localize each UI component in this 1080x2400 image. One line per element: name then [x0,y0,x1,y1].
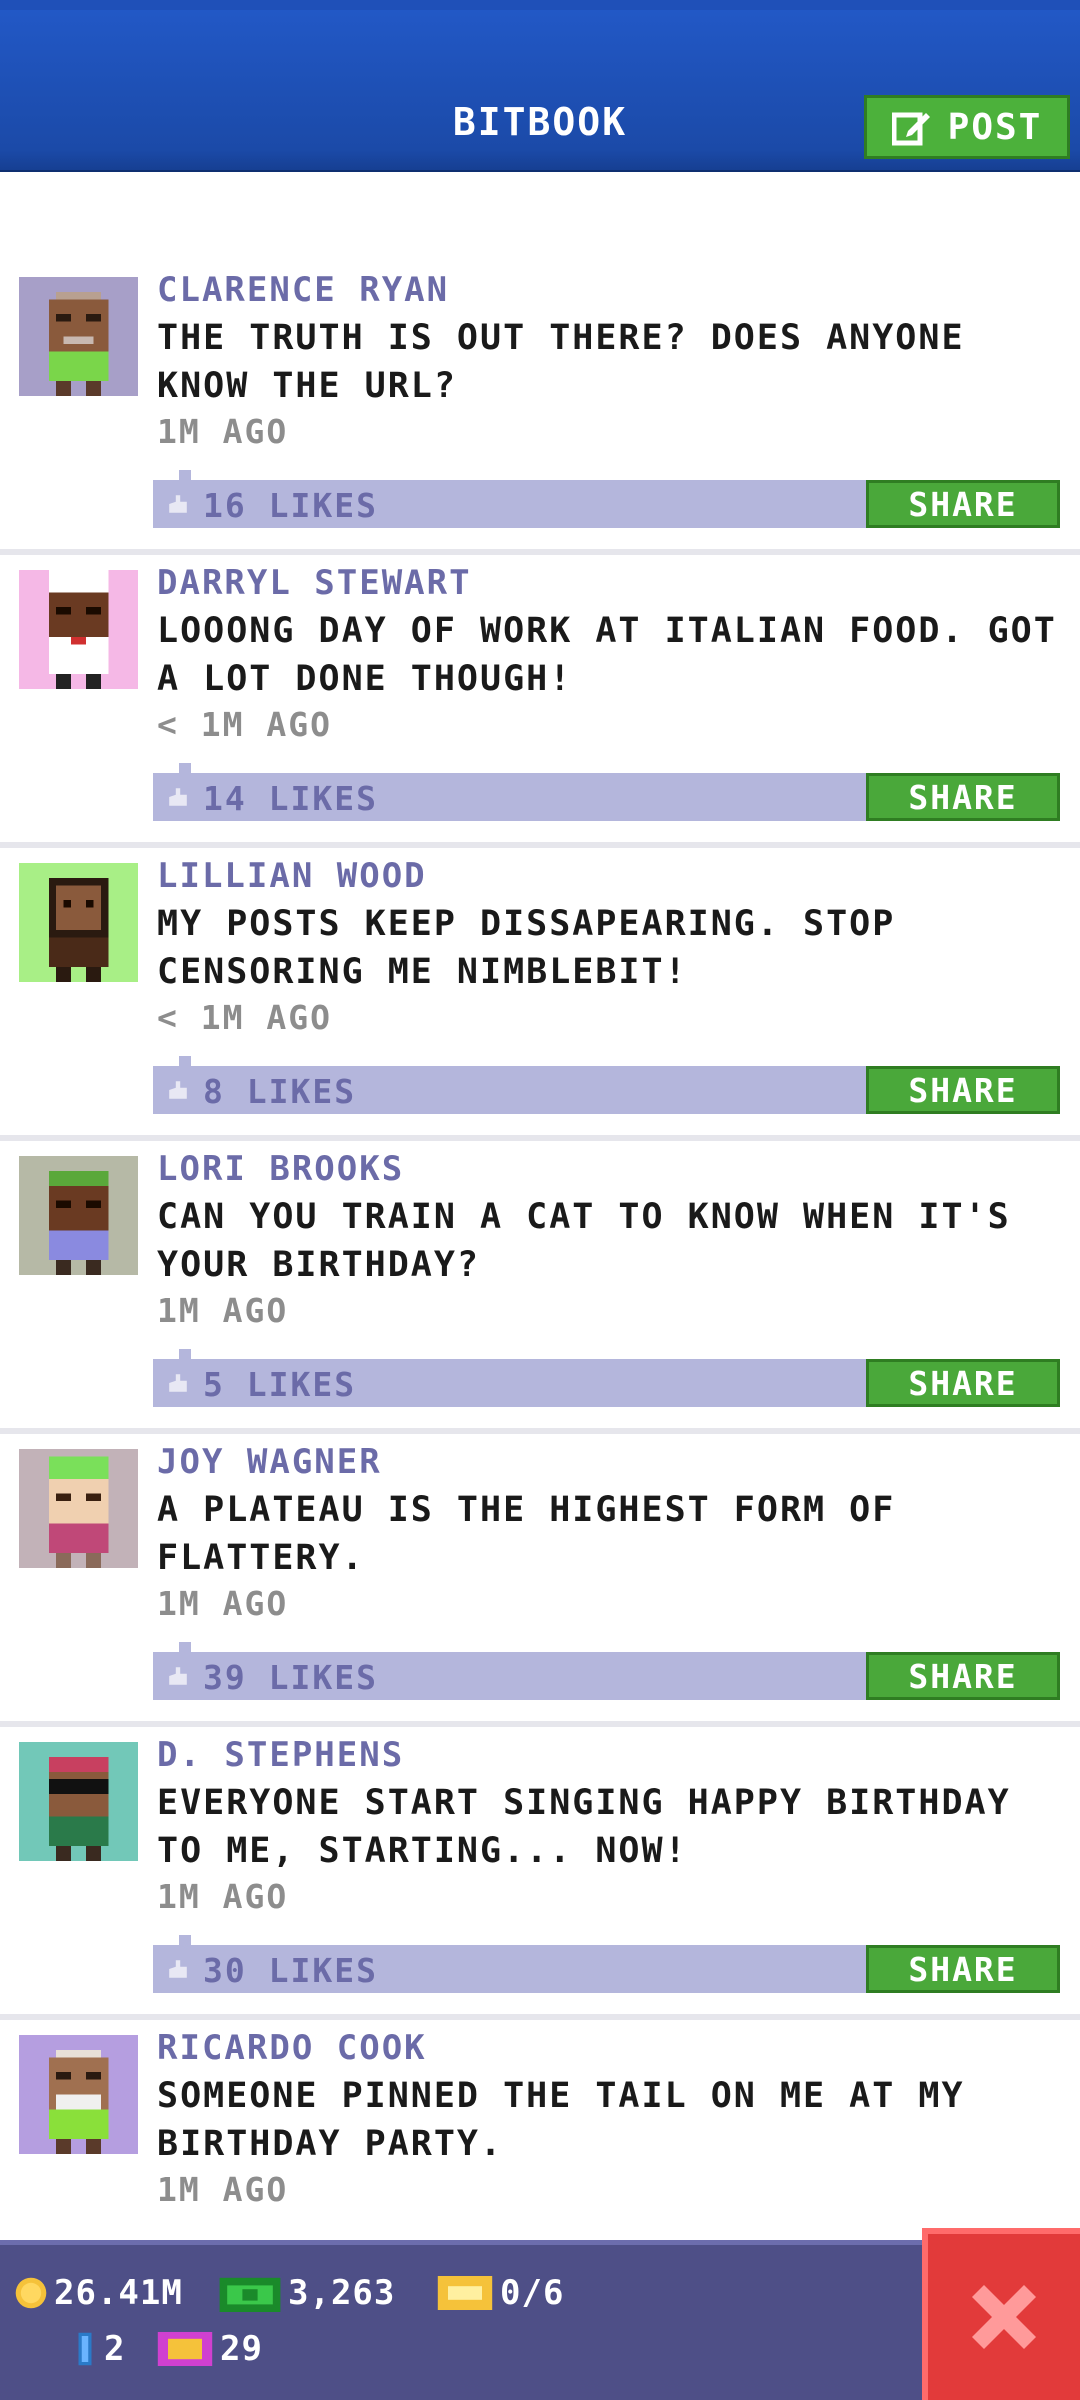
bitizen-avatar [19,1742,138,1861]
like-bar-tab [179,470,191,480]
like-bar[interactable]: 16 LIKES [153,470,867,528]
post-author[interactable]: LORI BROOKS [157,1149,404,1189]
thumbs-up-icon [169,1667,187,1685]
bux-value: 3,263 [288,2273,396,2313]
coins-value: 26.41M [54,2273,183,2313]
post-time: < 1M AGO [157,998,332,1037]
bitizen-avatar [19,1156,138,1275]
likes-count: 39 LIKES [203,1658,378,1697]
bux-icon [219,2277,281,2312]
coin-icon [15,2277,47,2309]
thumbs-up-icon [169,495,187,513]
post-time: 1M AGO [157,1584,289,1623]
thumbs-up-icon [169,788,187,806]
vip-stat: 29 [156,2329,263,2369]
like-bar[interactable]: 8 LIKES [153,1056,867,1114]
post-author[interactable]: DARRYL STEWART [157,563,472,603]
post-text: MY POSTS KEEP DISSAPEARING. STOP CENSORI… [157,904,896,992]
post-text: CAN YOU TRAIN A CAT TO KNOW WHEN IT'S YO… [157,1197,1011,1285]
likes-count: 8 LIKES [203,1072,357,1111]
like-bar-tab [179,1642,191,1652]
feed-post: LORI BROOKS CAN YOU TRAIN A CAT TO KNOW … [0,1141,1080,1434]
thumbs-up-icon [169,1960,187,1978]
post-feed[interactable]: CLARENCE RYAN THE TRUTH IS OUT THERE? DO… [0,262,1080,2313]
likes-count: 30 LIKES [203,1951,378,1990]
close-button[interactable] [922,2228,1080,2400]
like-bar-tab [179,1349,191,1359]
like-bar[interactable]: 30 LIKES [153,1935,867,1993]
share-button[interactable]: SHARE [866,1945,1060,1993]
tickets-value: 0/6 [500,2273,565,2313]
thumbs-up-icon [169,1374,187,1392]
likes-count: 16 LIKES [203,486,378,525]
share-button[interactable]: SHARE [866,1066,1060,1114]
feed-post: JOY WAGNER A PLATEAU IS THE HIGHEST FORM… [0,1434,1080,1727]
feed-post: CLARENCE RYAN THE TRUTH IS OUT THERE? DO… [0,262,1080,555]
close-x-icon [972,2285,1036,2349]
share-button[interactable]: SHARE [866,1652,1060,1700]
keys-stat: 2 [72,2329,125,2369]
compose-icon [891,112,930,146]
key-icon [78,2332,92,2366]
feed-post: DARRYL STEWART LOOONG DAY OF WORK AT ITA… [0,555,1080,848]
currency-bar: 26.41M 3,263 0/6 2 29 [0,2240,1080,2400]
chef-avatar [19,570,138,689]
post-author[interactable]: RICARDO COOK [157,2028,427,2068]
post-author[interactable]: D. STEPHENS [157,1735,404,1775]
ticket-icon [437,2276,493,2310]
bitizen-avatar [19,1449,138,1568]
post-text: EVERYONE START SINGING HAPPY BIRTHDAY TO… [157,1783,1011,1871]
likes-count: 5 LIKES [203,1365,357,1404]
like-bar[interactable]: 14 LIKES [153,763,867,821]
like-bar-tab [179,1935,191,1945]
post-author[interactable]: LILLIAN WOOD [157,856,427,896]
post-time: 1M AGO [157,412,289,451]
feed-post: LILLIAN WOOD MY POSTS KEEP DISSAPEARING.… [0,848,1080,1141]
post-button-label: POST [947,106,1043,148]
like-bar[interactable]: 39 LIKES [153,1642,867,1700]
feed-post: D. STEPHENS EVERYONE START SINGING HAPPY… [0,1727,1080,2020]
like-bar-tab [179,1056,191,1066]
bitizen-avatar [19,863,138,982]
bitizen-avatar [19,2035,138,2154]
post-text: SOMEONE PINNED THE TAIL ON ME AT MY BIRT… [157,2076,965,2164]
coins-stat: 26.41M [14,2273,183,2313]
vip-ticket-icon [157,2332,213,2366]
post-time: < 1M AGO [157,705,332,744]
keys-value: 2 [104,2329,126,2369]
post-author[interactable]: CLARENCE RYAN [157,270,449,310]
bux-stat: 3,263 [218,2273,395,2313]
like-bar[interactable]: 5 LIKES [153,1349,867,1407]
post-time: 1M AGO [157,1877,289,1916]
tickets-stat: 0/6 [436,2273,564,2313]
post-time: 1M AGO [157,2170,289,2209]
likes-count: 14 LIKES [203,779,378,818]
post-text: LOOONG DAY OF WORK AT ITALIAN FOOD. GOT … [157,611,1057,699]
post-button[interactable]: POST [864,95,1070,159]
post-text: THE TRUTH IS OUT THERE? DOES ANYONE KNOW… [157,318,965,406]
post-author[interactable]: JOY WAGNER [157,1442,382,1482]
vip-value: 29 [220,2329,263,2369]
post-time: 1M AGO [157,1291,289,1330]
post-text: A PLATEAU IS THE HIGHEST FORM OF FLATTER… [157,1490,896,1578]
app-header: BITBOOK POST [0,0,1080,172]
share-button[interactable]: SHARE [866,773,1060,821]
share-button[interactable]: SHARE [866,480,1060,528]
thumbs-up-icon [169,1081,187,1099]
like-bar-tab [179,763,191,773]
share-button[interactable]: SHARE [866,1359,1060,1407]
bitizen-avatar [19,277,138,396]
